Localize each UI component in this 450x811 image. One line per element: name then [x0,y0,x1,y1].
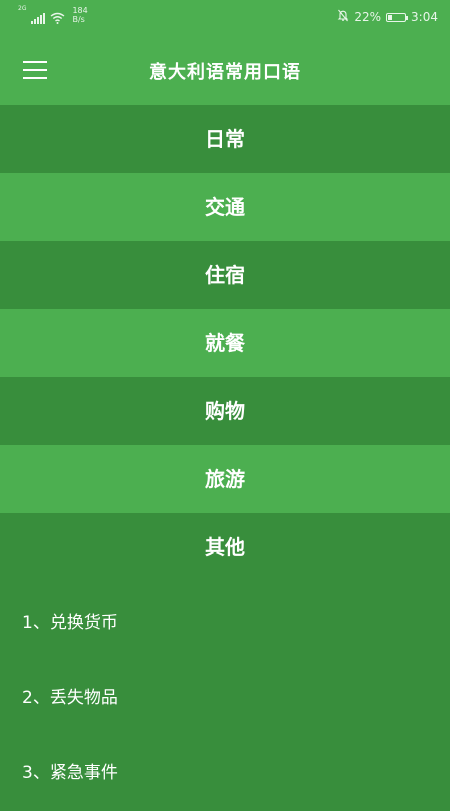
network-speed-unit: B/s [72,15,85,24]
wifi-icon [50,12,65,24]
network-type-label: 2G [18,5,27,12]
category-transport[interactable]: 交通 [0,173,450,241]
expanded-item-list: 1、兑换货币 2、丢失物品 3、紧急事件 [0,586,450,811]
status-time: 3:04 [411,10,438,24]
category-accommodation[interactable]: 住宿 [0,241,450,309]
status-left-group: 2G 184 B/s [18,6,88,24]
battery-fill [388,14,392,20]
list-item-exchange-currency[interactable]: 1、兑换货币 [0,586,450,661]
page-title: 意大利语常用口语 [149,62,301,83]
app-toolbar: 意大利语常用口语 [0,34,450,105]
battery-icon [386,12,409,22]
signal-icon [31,12,46,24]
mute-bell-icon [337,9,349,25]
network-speed: 184 B/s [72,6,87,24]
list-item-lost-items[interactable]: 2、丢失物品 [0,661,450,736]
category-other[interactable]: 其他 [0,513,450,581]
category-dining[interactable]: 就餐 [0,309,450,377]
status-bar: 2G 184 B/s 22% 3:04 [0,0,450,34]
category-travel[interactable]: 旅游 [0,445,450,513]
network-speed-value: 184 [72,6,88,15]
battery-percent: 22% [354,10,382,24]
category-shopping[interactable]: 购物 [0,377,450,445]
category-daily[interactable]: 日常 [0,105,450,173]
category-list: 日常 交通 住宿 就餐 购物 旅游 其他 [0,105,450,581]
status-right-group: 22% 3:04 [337,9,438,25]
